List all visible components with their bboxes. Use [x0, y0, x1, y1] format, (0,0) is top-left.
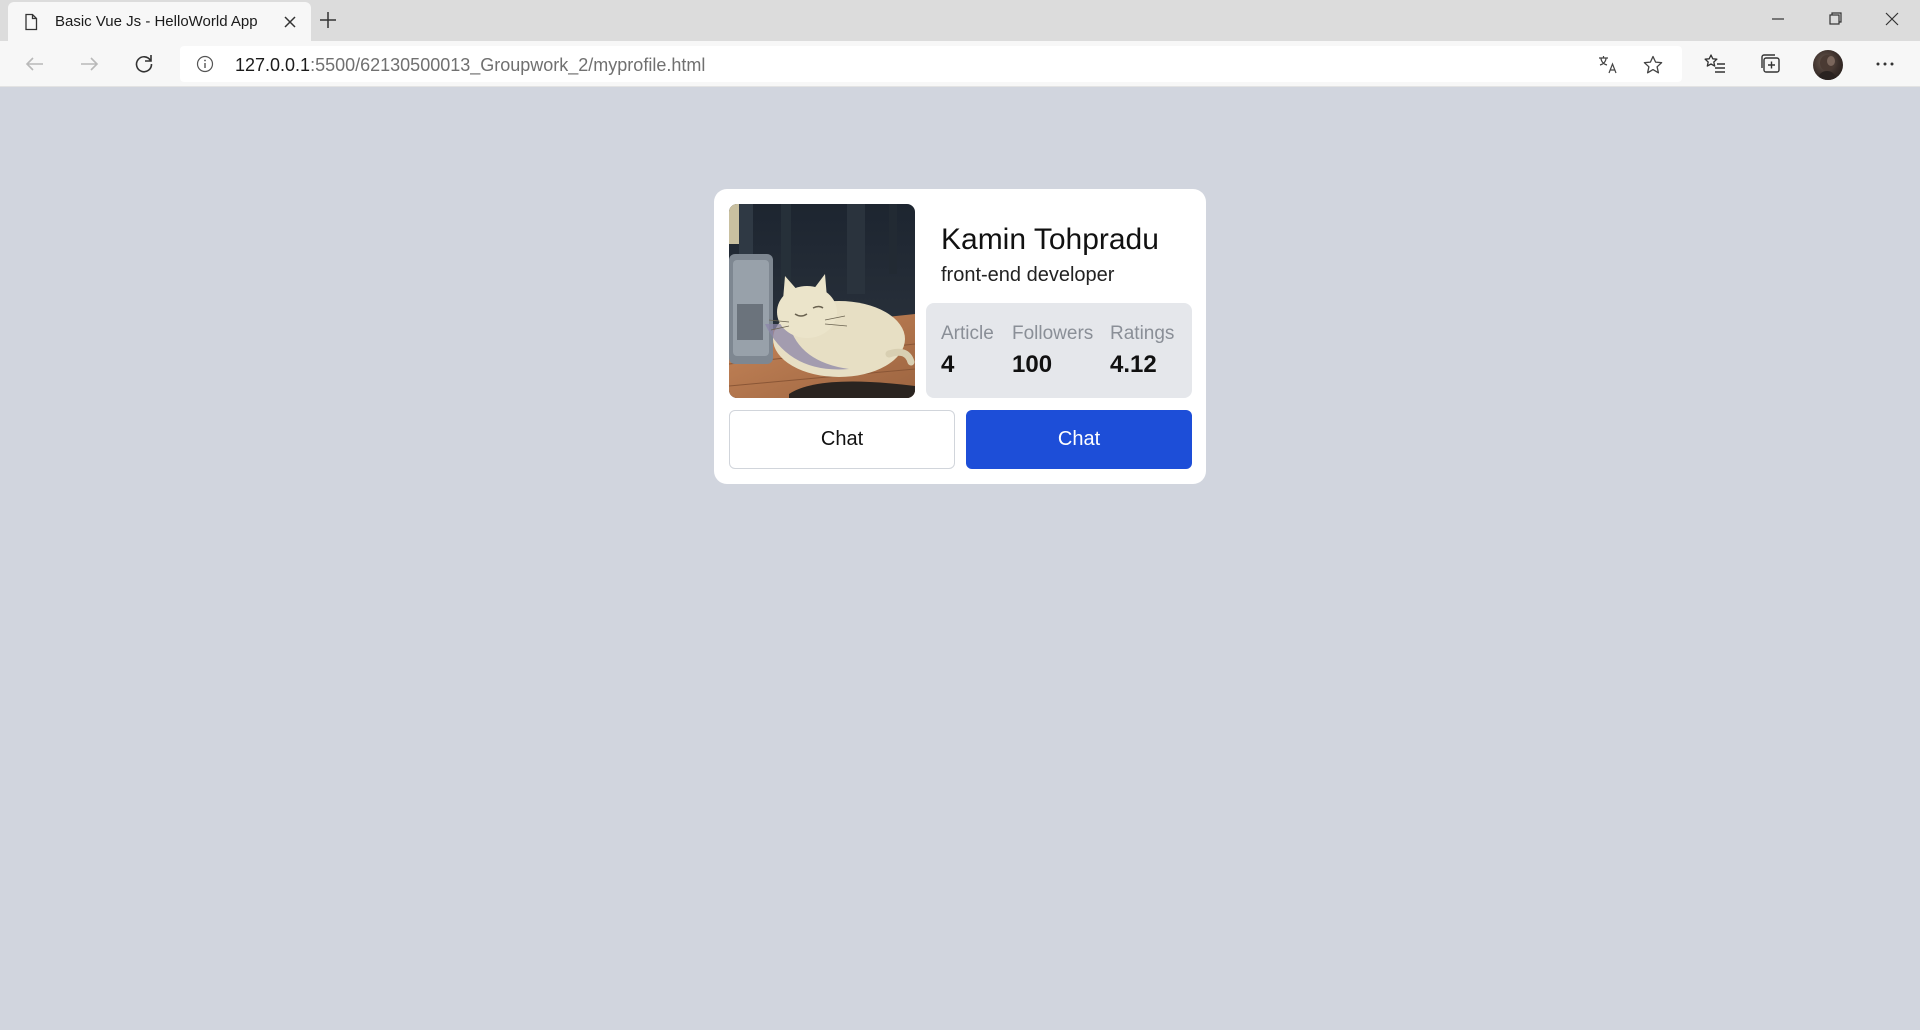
tab-title: Basic Vue Js - HelloWorld App	[55, 13, 258, 30]
more-icon[interactable]	[1873, 52, 1897, 76]
chat-button-outline[interactable]: Chat	[729, 410, 955, 469]
close-icon[interactable]	[280, 12, 300, 32]
back-arrow-icon[interactable]	[22, 51, 48, 77]
stat-article: Article 4	[941, 323, 994, 379]
stat-label: Followers	[1012, 323, 1094, 344]
browser-tab-bar: Basic Vue Js - HelloWorld App	[0, 0, 1920, 41]
chat-button-primary[interactable]: Chat	[966, 410, 1192, 469]
close-icon[interactable]	[1877, 6, 1907, 32]
stat-value: 4.12	[1110, 351, 1157, 378]
star-icon[interactable]	[1642, 54, 1664, 76]
forward-arrow-icon[interactable]	[76, 51, 102, 77]
stat-followers: Followers 100	[1012, 323, 1093, 379]
favorites-icon[interactable]	[1703, 52, 1727, 76]
collections-icon[interactable]	[1759, 52, 1783, 76]
profile-card: Kamin Tohpradu front-end developer Artic…	[714, 189, 1206, 484]
minimize-icon[interactable]	[1763, 6, 1793, 32]
restore-icon[interactable]	[1820, 6, 1850, 32]
stat-label: Article	[941, 323, 994, 344]
url-text[interactable]: 127.0.0.1:5500/62130500013_Groupwork_2/m…	[235, 55, 705, 76]
stat-label: Ratings	[1110, 323, 1175, 344]
browser-tab[interactable]: Basic Vue Js - HelloWorld App	[8, 2, 311, 41]
stats-panel: Article 4 Followers 100 Ratings 4.12	[926, 303, 1192, 398]
page-icon	[22, 13, 40, 31]
info-icon[interactable]	[196, 55, 214, 73]
profile-photo	[729, 204, 915, 398]
stat-value: 4	[941, 351, 955, 378]
stat-ratings: Ratings 4.12	[1110, 323, 1174, 379]
plus-icon[interactable]	[317, 9, 339, 31]
url-path: :5500/62130500013_Groupwork_2/myprofile.…	[310, 55, 706, 75]
profile-role: front-end developer	[941, 264, 1115, 286]
reload-icon[interactable]	[131, 51, 157, 77]
profile-name: Kamin Tohpradu	[941, 223, 1159, 256]
browser-toolbar: 127.0.0.1:5500/62130500013_Groupwork_2/m…	[0, 41, 1920, 87]
address-bar[interactable]: 127.0.0.1:5500/62130500013_Groupwork_2/m…	[180, 46, 1682, 82]
stat-value: 100	[1012, 351, 1053, 378]
profile-avatar[interactable]	[1813, 50, 1843, 80]
translate-icon[interactable]	[1597, 54, 1619, 76]
url-host: 127.0.0.1	[235, 55, 311, 75]
